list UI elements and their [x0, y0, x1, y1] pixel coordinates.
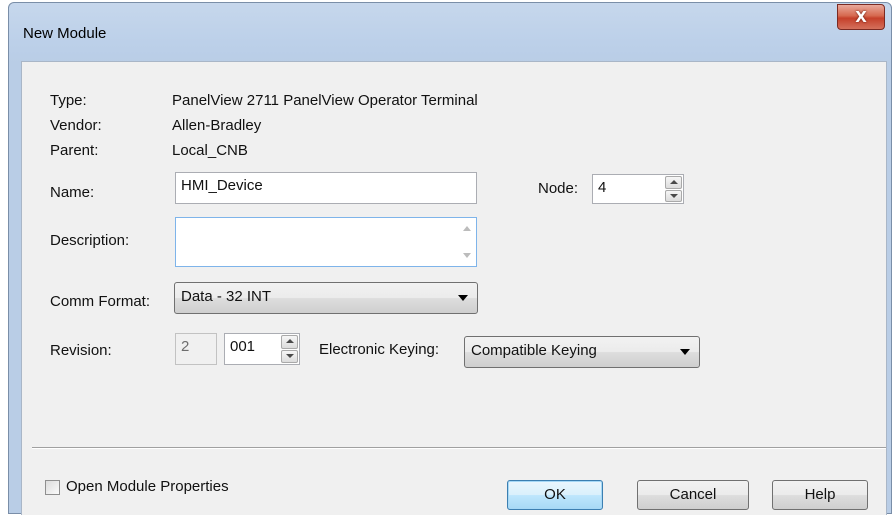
new-module-dialog: New Module X Type: PanelView 2711 PanelV… — [8, 2, 892, 515]
electronic-keying-label: Electronic Keying: — [319, 341, 440, 358]
ok-button[interactable]: OK — [507, 480, 603, 510]
revision-spin — [281, 335, 298, 363]
comm-format-selected: Data - 32 INT — [181, 288, 272, 305]
node-value: 4 — [598, 179, 607, 196]
close-button[interactable]: X — [837, 4, 885, 30]
description-scrollbar[interactable] — [460, 221, 474, 263]
dialog-title: New Module — [23, 25, 107, 42]
node-label: Node: — [538, 180, 579, 197]
description-label: Description: — [50, 232, 130, 249]
spin-up-icon[interactable] — [281, 335, 298, 349]
spin-up-icon[interactable] — [665, 176, 682, 189]
node-spin — [665, 176, 682, 202]
type-value: PanelView 2711 PanelView Operator Termin… — [172, 92, 478, 109]
revision-major-field: 2 — [175, 333, 217, 365]
vendor-label: Vendor: — [50, 117, 102, 134]
parent-label: Parent: — [50, 142, 99, 159]
open-module-properties-checkbox[interactable] — [45, 480, 60, 495]
revision-label: Revision: — [50, 342, 112, 359]
close-icon: X — [855, 8, 867, 26]
title-bar[interactable]: New Module X — [9, 3, 891, 63]
parent-value: Local_CNB — [172, 142, 248, 159]
node-stepper[interactable]: 4 — [592, 174, 684, 204]
description-textarea[interactable] — [175, 217, 477, 267]
vendor-value: Allen-Bradley — [172, 117, 262, 134]
dialog-client-area: Type: PanelView 2711 PanelView Operator … — [21, 61, 887, 515]
comm-format-label: Comm Format: — [50, 293, 151, 310]
dropdown-arrow-icon — [680, 349, 690, 355]
electronic-keying-select[interactable]: Compatible Keying — [464, 336, 700, 368]
open-module-properties-label[interactable]: Open Module Properties — [66, 478, 229, 495]
spin-down-icon[interactable] — [281, 349, 298, 363]
name-input-value: HMI_Device — [181, 177, 263, 194]
name-input[interactable]: HMI_Device — [175, 172, 477, 204]
electronic-keying-selected: Compatible Keying — [471, 342, 597, 359]
help-button[interactable]: Help — [772, 480, 868, 510]
comm-format-select[interactable]: Data - 32 INT — [174, 282, 478, 314]
footer-divider — [32, 447, 886, 449]
dropdown-arrow-icon — [458, 295, 468, 301]
type-label: Type: — [50, 92, 87, 109]
scroll-up-icon[interactable] — [463, 226, 471, 231]
spin-down-icon[interactable] — [665, 189, 682, 202]
revision-minor-stepper[interactable]: 001 — [224, 333, 300, 365]
revision-major-value: 2 — [181, 338, 190, 355]
cancel-button[interactable]: Cancel — [637, 480, 749, 510]
revision-minor-value: 001 — [230, 338, 256, 355]
name-label: Name: — [50, 184, 95, 201]
scroll-down-icon[interactable] — [463, 253, 471, 258]
